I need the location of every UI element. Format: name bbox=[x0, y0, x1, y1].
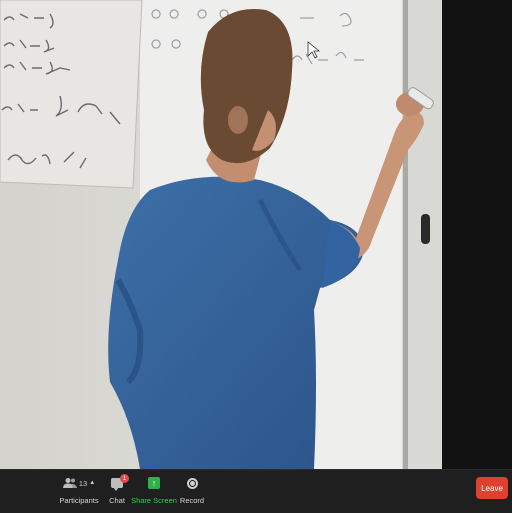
chat-icon: 1 bbox=[111, 474, 129, 491]
participants-button[interactable]: 13 ▲ Participants bbox=[59, 473, 99, 509]
caret-up-icon[interactable]: ▲ bbox=[89, 480, 95, 486]
share-screen-button[interactable]: ↑ Share Screen bbox=[131, 473, 177, 509]
side-panel bbox=[442, 0, 512, 469]
chat-label: Chat bbox=[109, 496, 125, 505]
video-frame bbox=[0, 0, 442, 469]
record-button[interactable]: Record bbox=[178, 473, 206, 509]
share-screen-label: Share Screen bbox=[131, 496, 177, 505]
participants-label: Participants bbox=[59, 496, 99, 505]
record-label: Record bbox=[179, 496, 205, 505]
board-handle bbox=[421, 214, 430, 244]
leave-button[interactable]: Leave bbox=[476, 477, 508, 499]
record-icon bbox=[186, 477, 198, 489]
chat-badge: 1 bbox=[120, 474, 129, 483]
share-screen-icon: ↑ bbox=[148, 477, 160, 489]
participants-count: 13 bbox=[78, 478, 88, 488]
chat-button[interactable]: 1 Chat bbox=[104, 473, 130, 509]
video-feed bbox=[0, 0, 512, 469]
participants-icon bbox=[62, 478, 77, 488]
